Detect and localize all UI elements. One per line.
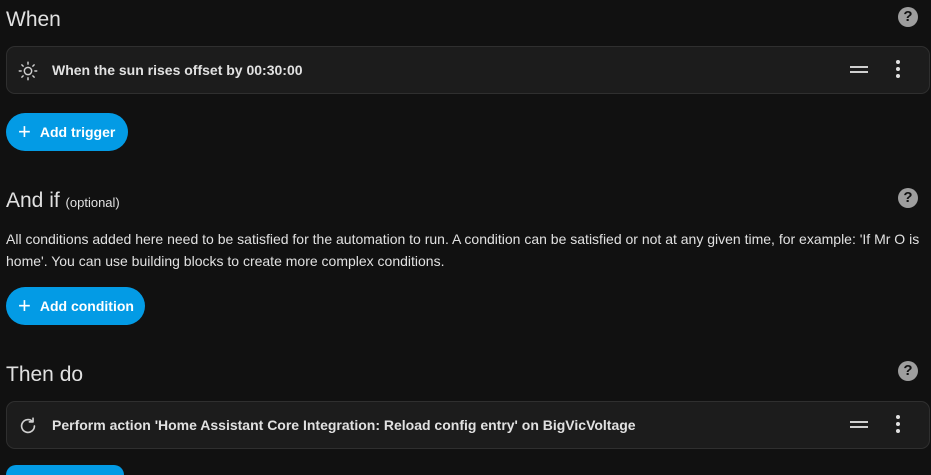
add-condition-button[interactable]: + Add condition xyxy=(6,287,145,325)
and-if-title: And if xyxy=(6,189,60,212)
add-action-button-partial[interactable] xyxy=(6,465,124,475)
conditions-description: All conditions added here need to be sat… xyxy=(6,231,920,269)
add-condition-label: Add condition xyxy=(39,298,134,314)
refresh-icon xyxy=(20,417,36,434)
trigger-card[interactable]: When the sun rises offset by 00:30:00 xyxy=(6,46,930,94)
add-trigger-label: Add trigger xyxy=(39,124,116,140)
and-if-help-icon[interactable]: ? xyxy=(898,188,918,208)
more-vert-icon[interactable] xyxy=(895,60,901,82)
then-do-section-title: Then do xyxy=(6,363,84,386)
action-text: Perform action 'Home Assistant Core Inte… xyxy=(52,417,636,433)
trigger-text: When the sun rises offset by 00:30:00 xyxy=(52,62,303,78)
plus-icon: + xyxy=(18,293,31,318)
plus-icon: + xyxy=(18,119,31,144)
when-section-title: When xyxy=(6,8,61,31)
action-card[interactable]: Perform action 'Home Assistant Core Inte… xyxy=(6,401,930,449)
and-if-section-title: And if (optional) xyxy=(6,189,120,213)
when-help-icon[interactable]: ? xyxy=(898,7,918,27)
sun-icon xyxy=(18,61,38,81)
more-vert-icon[interactable] xyxy=(895,415,901,437)
drag-handle-icon[interactable] xyxy=(850,66,868,74)
then-do-help-icon[interactable]: ? xyxy=(898,361,918,381)
drag-handle-icon[interactable] xyxy=(850,421,868,429)
add-trigger-button[interactable]: + Add trigger xyxy=(6,113,128,151)
optional-label: (optional) xyxy=(65,195,120,210)
